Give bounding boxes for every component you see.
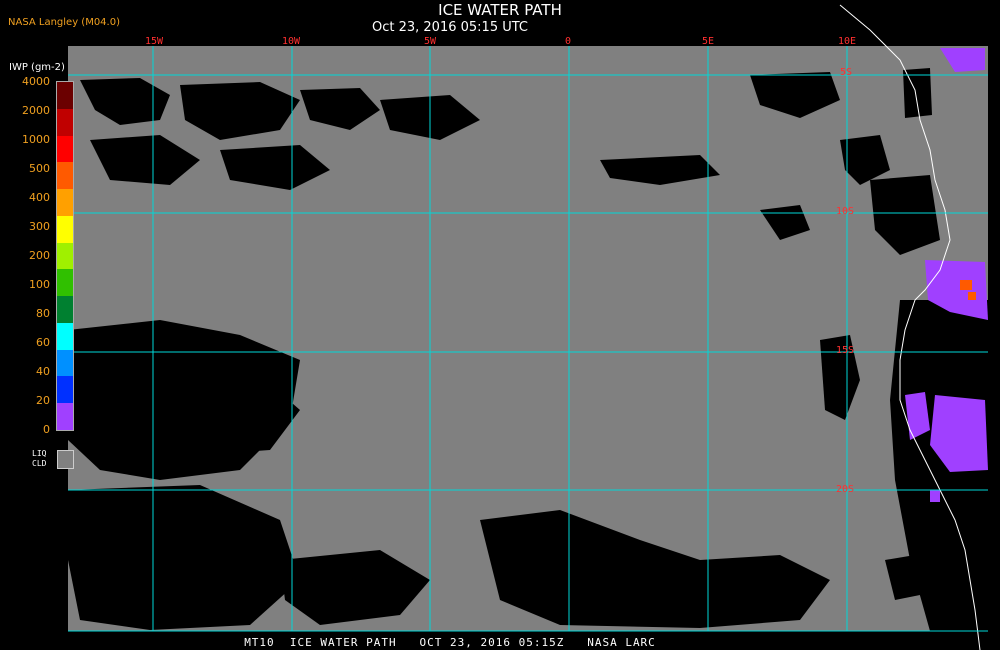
colorbar-tick-label: 40 bbox=[36, 365, 50, 378]
colorbar-tick-label: 400 bbox=[29, 191, 50, 204]
colorbar-segment bbox=[57, 82, 73, 109]
colorbar-segment bbox=[57, 108, 73, 136]
lon-label-0: 0 bbox=[565, 36, 572, 47]
lon-label-10e: 10E bbox=[838, 36, 857, 47]
colorbar-segment bbox=[57, 215, 73, 243]
map-title: ICE WATER PATH bbox=[438, 1, 562, 19]
colorbar-tick-label: 100 bbox=[29, 278, 50, 291]
colorbar-segment bbox=[57, 296, 73, 323]
cld-label-text: CLD bbox=[32, 459, 47, 468]
colorbar-tick-label: 500 bbox=[29, 162, 50, 175]
colorbar bbox=[56, 81, 74, 431]
colorbar-tick-label: 20 bbox=[36, 394, 50, 407]
lat-label-15s: 15S bbox=[836, 345, 855, 356]
liq-label-text: LIQ bbox=[32, 449, 47, 458]
colorbar-tick-label: 2000 bbox=[22, 104, 50, 117]
colorbar-tick-label: 200 bbox=[29, 249, 50, 262]
colorbar-segment bbox=[57, 189, 73, 216]
colorbar-tick-label: 4000 bbox=[22, 75, 50, 88]
lon-label-15w: 15W bbox=[145, 36, 164, 47]
colorbar-segment bbox=[57, 135, 73, 163]
lon-label-10w: 10W bbox=[282, 36, 301, 47]
liquid-cloud-label: LIQ CLD bbox=[32, 449, 46, 469]
lon-label-5e: 5E bbox=[702, 36, 715, 47]
colorbar-segment bbox=[57, 322, 73, 350]
lat-label-10s: 10S bbox=[836, 206, 855, 217]
satellite-map bbox=[68, 4, 988, 650]
colorbar-segment bbox=[57, 269, 73, 297]
lon-label-5w: 5W bbox=[424, 36, 437, 47]
map-timestamp: Oct 23, 2016 05:15 UTC bbox=[372, 20, 528, 35]
colorbar-tick-label: 1000 bbox=[22, 133, 50, 146]
liquid-cloud-swatch bbox=[57, 450, 74, 469]
colorbar-tick-label: 300 bbox=[29, 220, 50, 233]
colorbar-segment bbox=[57, 349, 73, 377]
colorbar-segment bbox=[57, 403, 73, 430]
legend-title: IWP (gm-2) bbox=[9, 62, 65, 73]
colorbar-tick-label: 80 bbox=[36, 307, 50, 320]
colorbar-tick-label: 0 bbox=[43, 423, 50, 436]
colorbar-segment bbox=[57, 242, 73, 270]
agency-label: NASA Langley (M04.0) bbox=[8, 17, 120, 28]
colorbar-tick-label: 60 bbox=[36, 336, 50, 349]
lat-label-20s: 20S bbox=[836, 484, 855, 495]
colorbar-segment bbox=[57, 162, 73, 190]
footer-caption: MT10 ICE WATER PATH OCT 23, 2016 05:15Z … bbox=[244, 636, 656, 649]
colorbar-segment bbox=[57, 376, 73, 404]
lat-label-5s: 5S bbox=[840, 67, 853, 78]
